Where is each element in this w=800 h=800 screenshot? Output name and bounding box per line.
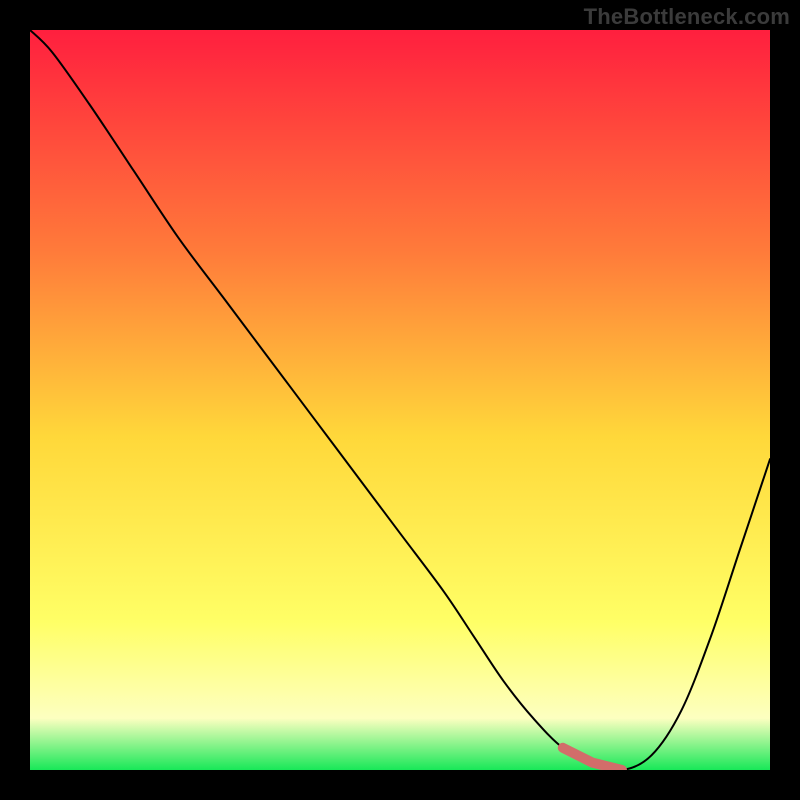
gradient-background bbox=[30, 30, 770, 770]
watermark-text: TheBottleneck.com bbox=[584, 4, 790, 30]
chart-stage: TheBottleneck.com bbox=[0, 0, 800, 800]
bottleneck-chart bbox=[30, 30, 770, 770]
